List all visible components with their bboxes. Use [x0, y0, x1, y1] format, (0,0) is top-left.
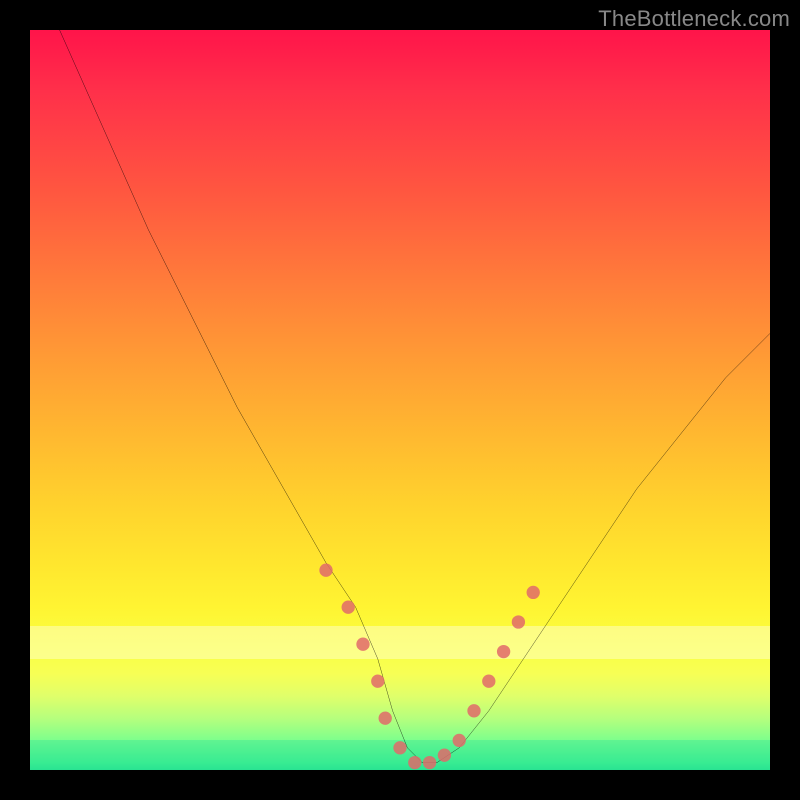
bottleneck-curve [60, 30, 770, 763]
marker-point [438, 749, 451, 762]
plot-area [30, 30, 770, 770]
marker-point [467, 704, 480, 717]
marker-point [482, 675, 495, 688]
marker-point [319, 564, 332, 577]
marker-point [342, 601, 355, 614]
marker-point [356, 638, 369, 651]
marker-point [371, 675, 384, 688]
marker-point [423, 756, 436, 769]
curve-markers [319, 564, 540, 770]
watermark-text: TheBottleneck.com [598, 6, 790, 32]
curve-layer [30, 30, 770, 770]
marker-point [453, 734, 466, 747]
marker-point [379, 712, 392, 725]
marker-point [408, 756, 421, 769]
marker-point [497, 645, 510, 658]
marker-point [393, 741, 406, 754]
chart-frame: TheBottleneck.com [0, 0, 800, 800]
marker-point [512, 615, 525, 628]
marker-point [527, 586, 540, 599]
